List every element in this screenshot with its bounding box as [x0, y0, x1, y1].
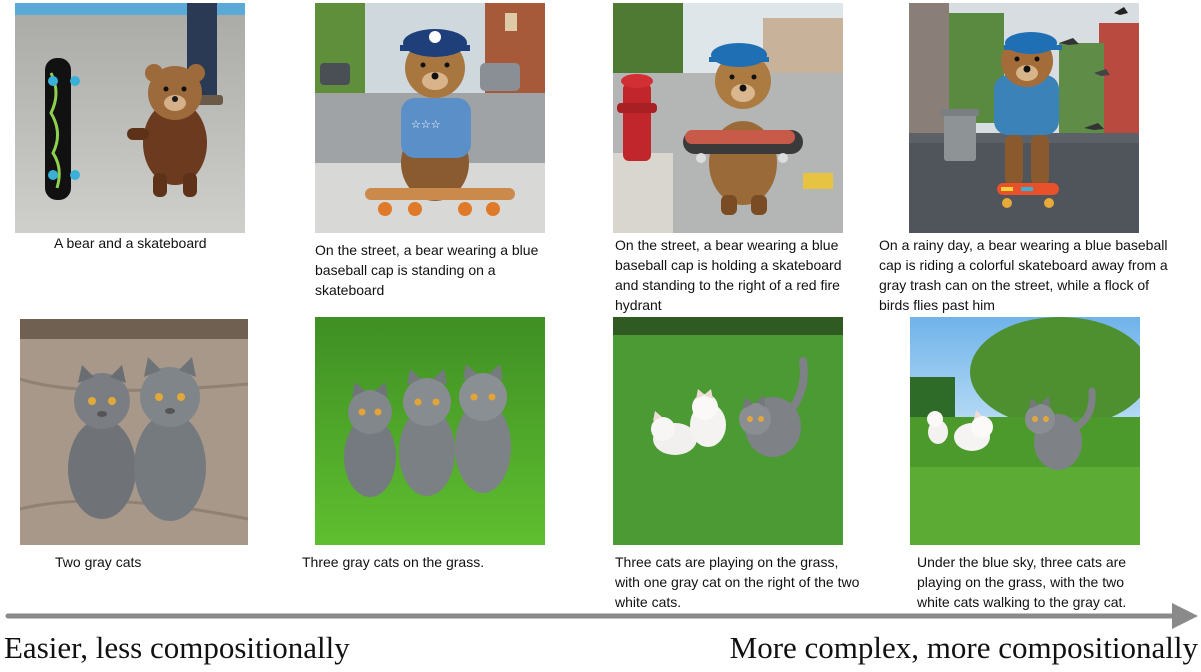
axis-label-complex: More complex, more compositionally	[729, 630, 1198, 665]
complexity-arrow-head	[1172, 603, 1198, 629]
image-bear-hydrant-street	[613, 3, 843, 233]
caption-bear-3: On the street, a bear wearing a blue bas…	[615, 237, 842, 313]
image-three-gray-cats-grass	[315, 317, 545, 545]
caption-bear-1: A bear and a skateboard	[54, 235, 207, 251]
caption-cats-2: Three gray cats on the grass.	[302, 554, 485, 570]
svg-text:☆☆☆: ☆☆☆	[411, 119, 441, 131]
image-bear-on-skateboard-street: ☆☆☆	[315, 3, 545, 233]
caption-bear-4: On a rainy day, a bear wearing a blue ba…	[879, 237, 1168, 313]
image-two-gray-cats	[20, 319, 248, 545]
axis-label-easier: Easier, less compositionally	[4, 630, 350, 665]
image-three-cats-playing	[613, 317, 843, 545]
image-bear-skateboard	[15, 3, 245, 233]
image-bear-rainy-birds	[909, 3, 1139, 233]
image-three-cats-blue-sky	[910, 317, 1140, 545]
caption-cats-1: Two gray cats	[55, 554, 142, 570]
caption-bear-2: On the street, a bear wearing a blue bas…	[315, 242, 539, 298]
